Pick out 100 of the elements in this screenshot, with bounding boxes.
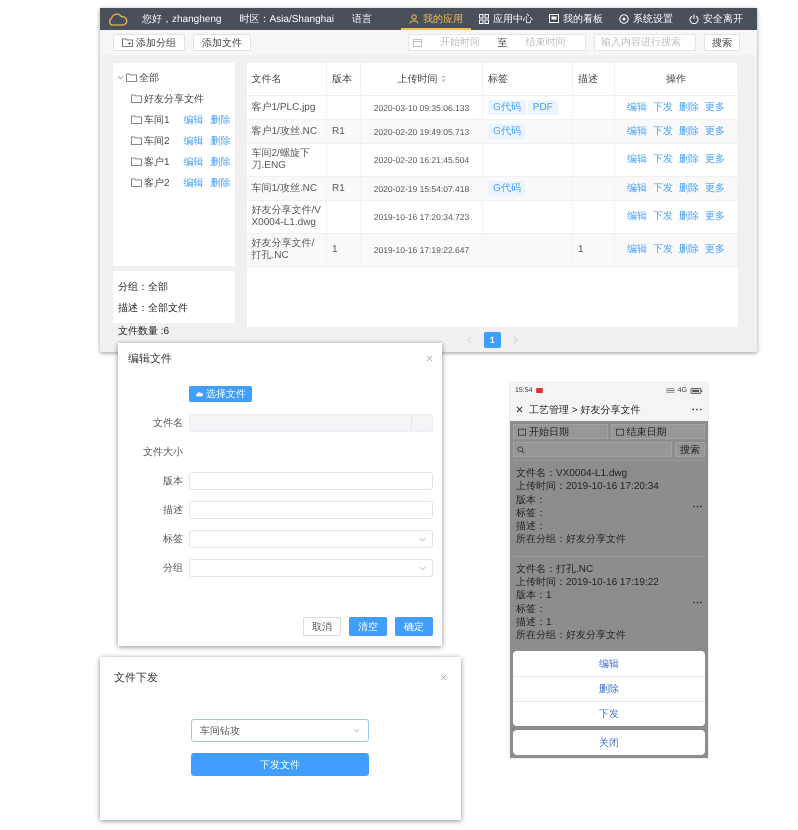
- file-detail-text: 所在分组：好友分享文件: [516, 533, 627, 547]
- nav-item[interactable]: 系统设置: [611, 8, 681, 30]
- tree-item-label[interactable]: 全部: [139, 70, 159, 84]
- tree-action-link[interactable]: 删除: [210, 112, 230, 126]
- row-action-link[interactable]: 删除: [679, 182, 699, 194]
- row-action-link[interactable]: 删除: [679, 126, 699, 136]
- row-action-link[interactable]: 编辑: [627, 182, 647, 194]
- tree-action-link[interactable]: 编辑: [184, 134, 204, 148]
- sort-icon[interactable]: [440, 75, 446, 82]
- toolbar-button[interactable]: 添加分组: [113, 34, 185, 51]
- row-action-link[interactable]: 删除: [679, 102, 699, 112]
- tree-item-label[interactable]: 客户1: [144, 154, 170, 168]
- row-action-link[interactable]: 下发: [653, 126, 673, 136]
- row-action-link[interactable]: 下发: [653, 154, 673, 165]
- date-range-field[interactable]: 开始时间 至 结束时间: [408, 34, 586, 51]
- tree-item-label[interactable]: 客户2: [144, 176, 170, 190]
- folder-icon: [131, 157, 142, 166]
- tree-action-link[interactable]: 编辑: [184, 112, 204, 126]
- row-action-link[interactable]: 下发: [653, 244, 673, 255]
- row-action-link[interactable]: 下发: [653, 211, 673, 222]
- table-cell: 2020-02-20 19:49:05.713: [360, 120, 482, 144]
- nav-item[interactable]: 应用中心: [471, 8, 541, 30]
- select-field[interactable]: [189, 530, 433, 548]
- row-action-link[interactable]: 更多: [705, 182, 725, 194]
- field-label: 标签: [162, 532, 183, 546]
- row-action-link[interactable]: 更多: [705, 244, 725, 255]
- row-action-link[interactable]: 下发: [653, 182, 673, 194]
- select-field[interactable]: [189, 559, 433, 577]
- dialog-title: 编辑文件: [128, 352, 172, 366]
- row-action-link[interactable]: 更多: [705, 102, 725, 112]
- file-detail-text: 描述：: [516, 520, 547, 534]
- user-icon: [409, 14, 419, 24]
- more-icon[interactable]: [693, 505, 702, 508]
- greeting-text: 您好，zhangheng: [142, 13, 222, 26]
- field-label: 版本: [162, 474, 183, 488]
- tree-action-link[interactable]: 删除: [210, 176, 230, 190]
- nav-item[interactable]: 我的看板: [541, 8, 611, 30]
- row-action-link[interactable]: 编辑: [627, 126, 647, 136]
- file-detail-text: 版本：1: [516, 589, 553, 603]
- folder-icon: [131, 94, 142, 103]
- search-field[interactable]: [513, 442, 672, 457]
- row-action-link[interactable]: 删除: [679, 154, 699, 165]
- file-detail-text: 版本：: [516, 494, 547, 507]
- row-action-link[interactable]: 删除: [679, 244, 699, 255]
- target-select[interactable]: 车间钻攻: [191, 719, 369, 742]
- input-field[interactable]: [189, 472, 433, 490]
- file-card[interactable]: 文件名：VX0004-L1.dwg 上传时间：2019-10-16 17:20:34 版本： 标签： 描述： 所在分组：好友分享文件: [513, 460, 705, 553]
- dialog-button[interactable]: 取消: [303, 617, 341, 636]
- file-card[interactable]: 文件名：打孔.NC 上传时间：2019-10-16 17:19:22 版本：1 标签： 描述：1 所在分组：好友分享文件: [513, 556, 705, 649]
- tree-action-link[interactable]: 编辑: [184, 154, 204, 168]
- tree-item-label[interactable]: 好友分享文件: [144, 92, 204, 106]
- folder-icon: [131, 178, 142, 187]
- tree-action-link[interactable]: 删除: [210, 134, 230, 148]
- end-date-button[interactable]: 结束日期: [610, 424, 705, 439]
- dispatch-button[interactable]: 下发文件: [191, 753, 369, 776]
- tree-item-label[interactable]: 车间2: [144, 134, 170, 148]
- toolbar-button[interactable]: 添加文件: [193, 34, 251, 51]
- row-action-link[interactable]: 编辑: [627, 154, 647, 165]
- language-menu[interactable]: 语言: [352, 12, 372, 26]
- tree-action-link[interactable]: 删除: [210, 154, 230, 168]
- start-date-button[interactable]: 开始日期: [513, 424, 608, 439]
- cancel-button[interactable]: 关闭: [513, 730, 705, 755]
- tree-action-link[interactable]: 编辑: [184, 176, 204, 190]
- dialog-button[interactable]: 确定: [395, 617, 433, 636]
- close-icon[interactable]: [516, 406, 523, 413]
- row-action-link[interactable]: 删除: [679, 211, 699, 222]
- column-header: 标签: [488, 74, 508, 85]
- more-icon[interactable]: [693, 601, 702, 604]
- chevron-down-icon: [419, 566, 426, 570]
- column-header: 文件名: [252, 74, 282, 85]
- row-action-link[interactable]: 更多: [705, 154, 725, 165]
- table-cell: 好友分享文件/打孔.NC: [246, 234, 326, 266]
- row-action-link[interactable]: 更多: [705, 126, 725, 136]
- more-icon[interactable]: [692, 408, 702, 411]
- dialog-button[interactable]: 清空: [349, 617, 387, 636]
- table-cell: 2019-10-16 17:19:22.647: [360, 234, 482, 266]
- next-page-icon[interactable]: [512, 336, 518, 344]
- page-button[interactable]: 1: [484, 332, 501, 348]
- field-label: 文件大小: [142, 446, 183, 459]
- choose-file-button[interactable]: 选择文件: [189, 386, 252, 402]
- file-detail-text: 描述：1: [516, 616, 553, 630]
- previous-page-icon[interactable]: [466, 336, 472, 344]
- search-button[interactable]: 搜索: [675, 442, 705, 457]
- folder-icon: [131, 115, 142, 124]
- nav-item[interactable]: 安全离开: [681, 8, 751, 30]
- row-action-link[interactable]: 更多: [705, 211, 725, 222]
- row-action-link[interactable]: 编辑: [627, 244, 647, 255]
- row-action-link[interactable]: 编辑: [627, 102, 647, 112]
- search-button[interactable]: 搜索: [704, 34, 740, 51]
- action-sheet-item[interactable]: 下发: [513, 701, 705, 726]
- input-field[interactable]: [189, 501, 433, 519]
- board-icon: [549, 14, 559, 24]
- row-action-link[interactable]: 下发: [653, 102, 673, 112]
- column-header: 操作: [666, 74, 686, 85]
- file-detail-text: 文件名：打孔.NC: [516, 562, 594, 576]
- start-date-input[interactable]: 开始时间: [424, 37, 496, 48]
- caret-icon[interactable]: [117, 74, 124, 81]
- end-date-input[interactable]: 结束时间: [510, 37, 581, 48]
- row-action-link[interactable]: 编辑: [627, 211, 647, 222]
- tree-item-label[interactable]: 车间1: [144, 112, 170, 126]
